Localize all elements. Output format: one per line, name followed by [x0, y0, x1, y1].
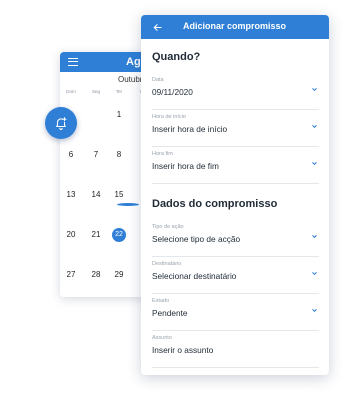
field-value: Inserir o assunto — [152, 345, 214, 355]
weekday-label: Ter — [115, 89, 123, 94]
arrow-left-icon — [153, 23, 162, 31]
calendar-day[interactable]: 6 — [60, 148, 82, 162]
calendar-day[interactable]: 21 — [85, 228, 107, 242]
status-field[interactable]: Estado Pendente — [152, 294, 319, 331]
calendar-day[interactable]: 7 — [85, 148, 107, 162]
field-label: Estado — [152, 298, 170, 304]
section-details-title: Dados do compromisso — [152, 198, 278, 210]
recipient-field[interactable]: Destinatário Selecionar destinatário — [152, 257, 319, 294]
field-value: Pendente — [152, 308, 188, 318]
date-field[interactable]: Data 09/11/2020 — [152, 73, 319, 110]
calendar-month: Outubr — [118, 75, 143, 84]
field-value: Inserir hora de fim — [152, 161, 219, 171]
chevron-down-icon[interactable] — [309, 305, 319, 315]
field-value: 09/11/2020 — [152, 87, 193, 97]
calendar-day-selected[interactable]: 22 — [112, 228, 126, 242]
calendar-day[interactable]: 14 — [85, 188, 107, 202]
calendar-day[interactable]: 13 — [60, 188, 82, 202]
calendar-day[interactable]: 1 — [108, 108, 130, 122]
field-label: Hora de início — [152, 114, 186, 120]
add-reminder-button[interactable] — [45, 107, 77, 139]
weekday-label: Seg — [91, 89, 100, 94]
chevron-down-icon[interactable] — [309, 121, 319, 131]
calendar-day[interactable]: 15 — [108, 188, 130, 202]
field-value: Selecione tipo de acção — [152, 234, 241, 244]
field-label: Data — [152, 77, 164, 83]
start-time-field[interactable]: Hora de início Inserir hora de início — [152, 110, 319, 147]
calendar-day[interactable]: 20 — [60, 228, 82, 242]
field-label: Assunto — [152, 335, 172, 341]
bell-add-icon — [56, 117, 67, 130]
field-label: Destinatário — [152, 261, 182, 267]
calendar-day[interactable]: 29 — [108, 268, 130, 282]
calendar-day[interactable]: 27 — [60, 268, 82, 282]
field-value: Inserir hora de início — [152, 124, 228, 134]
action-type-field[interactable]: Tipo de ação Selecione tipo de acção — [152, 220, 319, 257]
subject-field[interactable]: Assunto Inserir o assunto — [152, 331, 319, 368]
section-when-title: Quando? — [152, 51, 201, 63]
hamburger-icon[interactable] — [68, 58, 78, 66]
calendar-day[interactable]: 8 — [108, 148, 130, 162]
field-label: Hora fim — [152, 151, 173, 157]
weekday-label: Dom — [66, 89, 76, 94]
chevron-down-icon[interactable] — [309, 231, 319, 241]
form-header: Adicionar compromisso — [141, 15, 329, 39]
chevron-down-icon[interactable] — [309, 84, 319, 94]
chevron-down-icon[interactable] — [309, 158, 319, 168]
calendar-day[interactable]: 28 — [85, 268, 107, 282]
back-button[interactable] — [149, 19, 165, 35]
field-label: Tipo de ação — [152, 224, 184, 230]
event-dot — [117, 203, 139, 206]
field-value: Selecionar destinatário — [152, 271, 237, 281]
add-appointment-form: Adicionar compromisso Quando? Data 09/11… — [141, 15, 329, 375]
end-time-field[interactable]: Hora fim Inserir hora de fim — [152, 147, 319, 184]
form-title: Adicionar compromisso — [183, 21, 287, 31]
chevron-down-icon[interactable] — [309, 268, 319, 278]
